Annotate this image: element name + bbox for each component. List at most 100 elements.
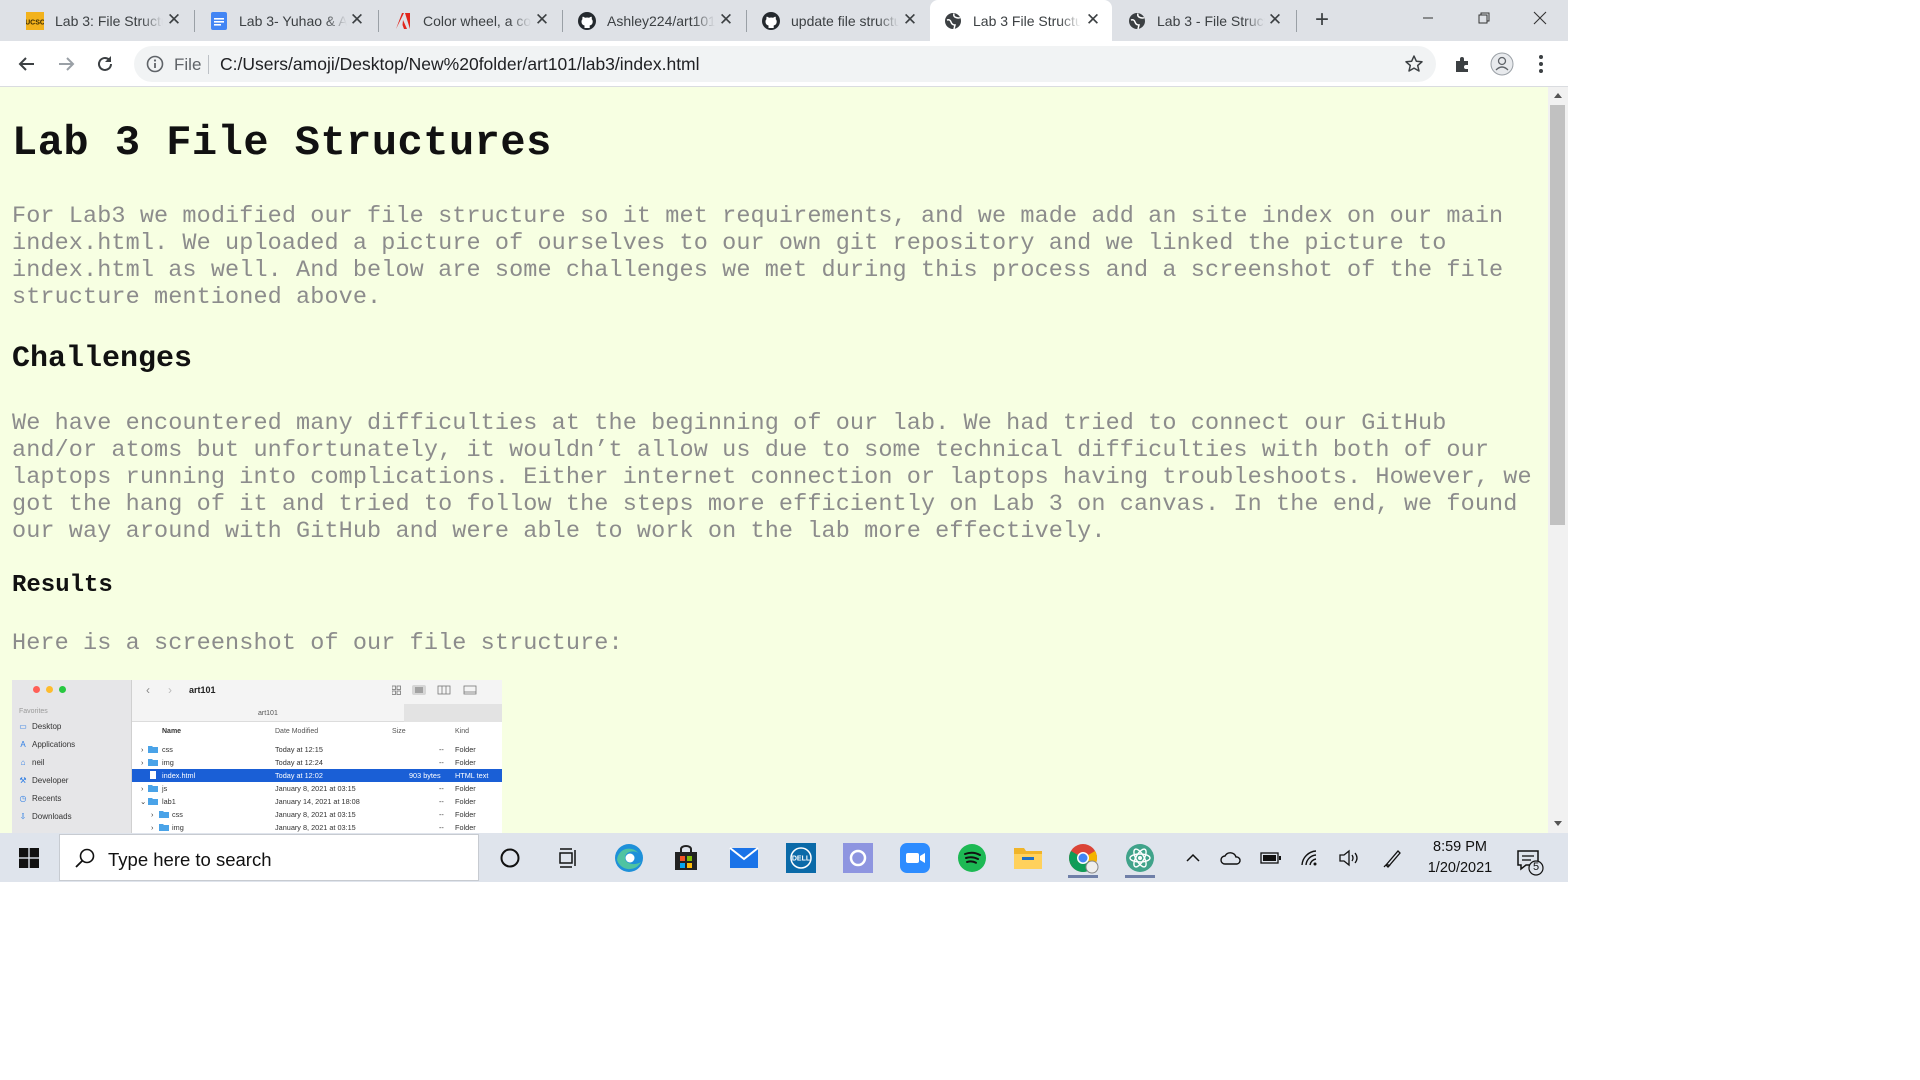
url-text[interactable]: C:/Users/amoji/Desktop/New%20folder/art1… <box>220 54 700 75</box>
scroll-up-icon[interactable] <box>1553 91 1563 101</box>
close-tab-icon[interactable]: ✕ <box>533 11 551 29</box>
finder-row: ⌄ lab1 January 14, 2021 at 18:08 -- Folder <box>140 797 476 806</box>
disclosure-icon: › <box>151 810 154 819</box>
tab-lab3-yuhao-ashley[interactable]: Lab 3- Yuhao & Ashley ✕ <box>196 0 376 41</box>
minimize-button[interactable] <box>1400 0 1456 36</box>
chevron-up-icon <box>1186 853 1200 862</box>
challenges-paragraph: We have encountered many difficulties at… <box>12 410 1532 545</box>
minimize-icon <box>1423 17 1433 19</box>
volume-icon <box>1339 849 1358 867</box>
onedrive-button[interactable] <box>1218 845 1244 871</box>
puzzle-icon <box>1456 57 1468 72</box>
taskbar-search-box[interactable]: Type here to search <box>59 834 479 881</box>
finder-forward-icon: › <box>168 683 172 697</box>
restore-button[interactable] <box>1456 0 1512 36</box>
finder-row: › js January 8, 2021 at 03:15 -- Folder <box>141 784 476 793</box>
cortana-button[interactable] <box>490 837 530 878</box>
task-view-button[interactable] <box>548 837 588 878</box>
folder-icon <box>148 746 158 753</box>
close-tab-icon[interactable]: ✕ <box>1266 11 1284 29</box>
search-icon <box>75 848 95 868</box>
tab-lab3-file-structures-active[interactable]: Lab 3 File Structures ✕ <box>930 0 1112 41</box>
page-scrollbar[interactable] <box>1548 87 1568 833</box>
tab-title: Lab 3 - File Structures <box>1157 12 1265 29</box>
zoom-button[interactable] <box>895 837 935 878</box>
chrome-button[interactable] <box>1063 837 1103 878</box>
tab-title: update file structure <box>791 12 899 29</box>
column-header-kind: Kind <box>455 728 470 735</box>
github-icon <box>578 11 596 30</box>
mail-icon <box>729 846 759 868</box>
finder-sidebar-item: ⌂ neil <box>20 757 45 767</box>
file-structure-screenshot: Favorites ▭ Desktop A Applications ⌂ neil ⚒… <box>12 680 502 833</box>
browser-menu-button[interactable] <box>1528 51 1554 77</box>
back-button[interactable] <box>12 49 42 79</box>
close-tab-icon[interactable]: ✕ <box>901 11 919 29</box>
forward-button[interactable] <box>51 49 81 79</box>
show-hidden-icons-button[interactable] <box>1180 845 1206 871</box>
search-placeholder: Type here to search <box>108 849 272 870</box>
close-tab-icon[interactable]: ✕ <box>1084 11 1102 29</box>
new-tab-button[interactable]: + <box>1309 8 1335 34</box>
notification-count: 5 <box>1532 861 1540 873</box>
file-explorer-button[interactable] <box>1008 837 1048 878</box>
address-bar[interactable]: File C:/Users/amoji/Desktop/New%20folder… <box>134 46 1436 82</box>
folder-icon <box>148 785 158 792</box>
cortana-app-button[interactable] <box>838 837 878 878</box>
bookmark-star-icon[interactable] <box>1404 54 1424 74</box>
github-icon <box>762 11 780 30</box>
taskbar-clock[interactable]: 8:59 PM 1/20/2021 <box>1410 837 1510 879</box>
pen-workspace-button[interactable] <box>1380 845 1406 871</box>
cortana-icon <box>500 848 520 867</box>
tab-separator <box>378 10 379 32</box>
windows-logo-icon <box>19 847 39 868</box>
battery-button[interactable] <box>1258 845 1284 871</box>
edge-button[interactable] <box>609 837 649 878</box>
applications-icon: A <box>20 739 26 749</box>
pen-icon <box>1383 850 1401 868</box>
globe-icon <box>944 12 962 30</box>
battery-icon <box>1260 852 1281 864</box>
column-header-date: Date Modified <box>275 728 319 735</box>
info-icon[interactable] <box>146 55 164 73</box>
disclosure-open-icon: ⌄ <box>140 797 147 806</box>
close-window-button[interactable] <box>1512 0 1568 36</box>
tab-color-wheel[interactable]: Color wheel, a color palette ✕ <box>380 0 561 41</box>
wifi-button[interactable] <box>1298 845 1324 871</box>
atom-icon <box>1126 843 1154 872</box>
finder-row-selected: index.html Today at 12:02 903 bytes HTML te… <box>132 769 502 782</box>
reload-button[interactable] <box>90 49 120 79</box>
tab-separator <box>746 10 747 32</box>
task-view-icon <box>559 847 576 868</box>
tab-lab3-file-structures-ucsc[interactable]: UCSC Lab 3: File Structures ✕ <box>12 0 193 41</box>
globe-icon <box>1128 12 1146 30</box>
profile-avatar-icon <box>1490 52 1514 76</box>
clock-date: 1/20/2021 <box>1427 860 1493 876</box>
finder-row: › css January 8, 2021 at 03:15 -- Folder <box>151 810 476 819</box>
window-zoom-dot <box>59 686 66 693</box>
dell-button[interactable]: DELL <box>781 837 821 878</box>
start-button[interactable] <box>0 833 58 882</box>
atom-button[interactable] <box>1120 837 1160 878</box>
close-tab-icon[interactable]: ✕ <box>165 11 183 29</box>
favorites-label: Favorites <box>19 708 48 715</box>
mail-button[interactable] <box>724 837 764 878</box>
finder-path-filler <box>404 704 502 722</box>
tab-github-update-file-structure[interactable]: update file structure ✕ <box>748 0 929 41</box>
column-header-name: Name <box>162 728 182 735</box>
close-tab-icon[interactable]: ✕ <box>717 11 735 29</box>
scrollbar-thumb[interactable] <box>1550 105 1565 525</box>
store-button[interactable] <box>666 837 706 878</box>
spotify-button[interactable] <box>952 837 992 878</box>
extensions-button[interactable] <box>1450 51 1476 77</box>
edge-icon <box>615 843 643 872</box>
finder-sidebar-item: ⚒ Developer <box>19 775 69 785</box>
scroll-down-icon[interactable] <box>1553 818 1563 828</box>
profile-button[interactable] <box>1489 51 1515 77</box>
volume-button[interactable] <box>1336 845 1362 871</box>
windows-taskbar: Type here to search DELL 8:59 PM 1/20/20… <box>0 833 1568 882</box>
tab-lab3-file-structures-2[interactable]: Lab 3 - File Structures ✕ <box>1114 0 1294 41</box>
close-tab-icon[interactable]: ✕ <box>348 11 366 29</box>
tab-github-ashley224-art101[interactable]: Ashley224/art101 ✕ <box>564 0 745 41</box>
action-center-button[interactable]: 5 <box>1512 843 1546 877</box>
